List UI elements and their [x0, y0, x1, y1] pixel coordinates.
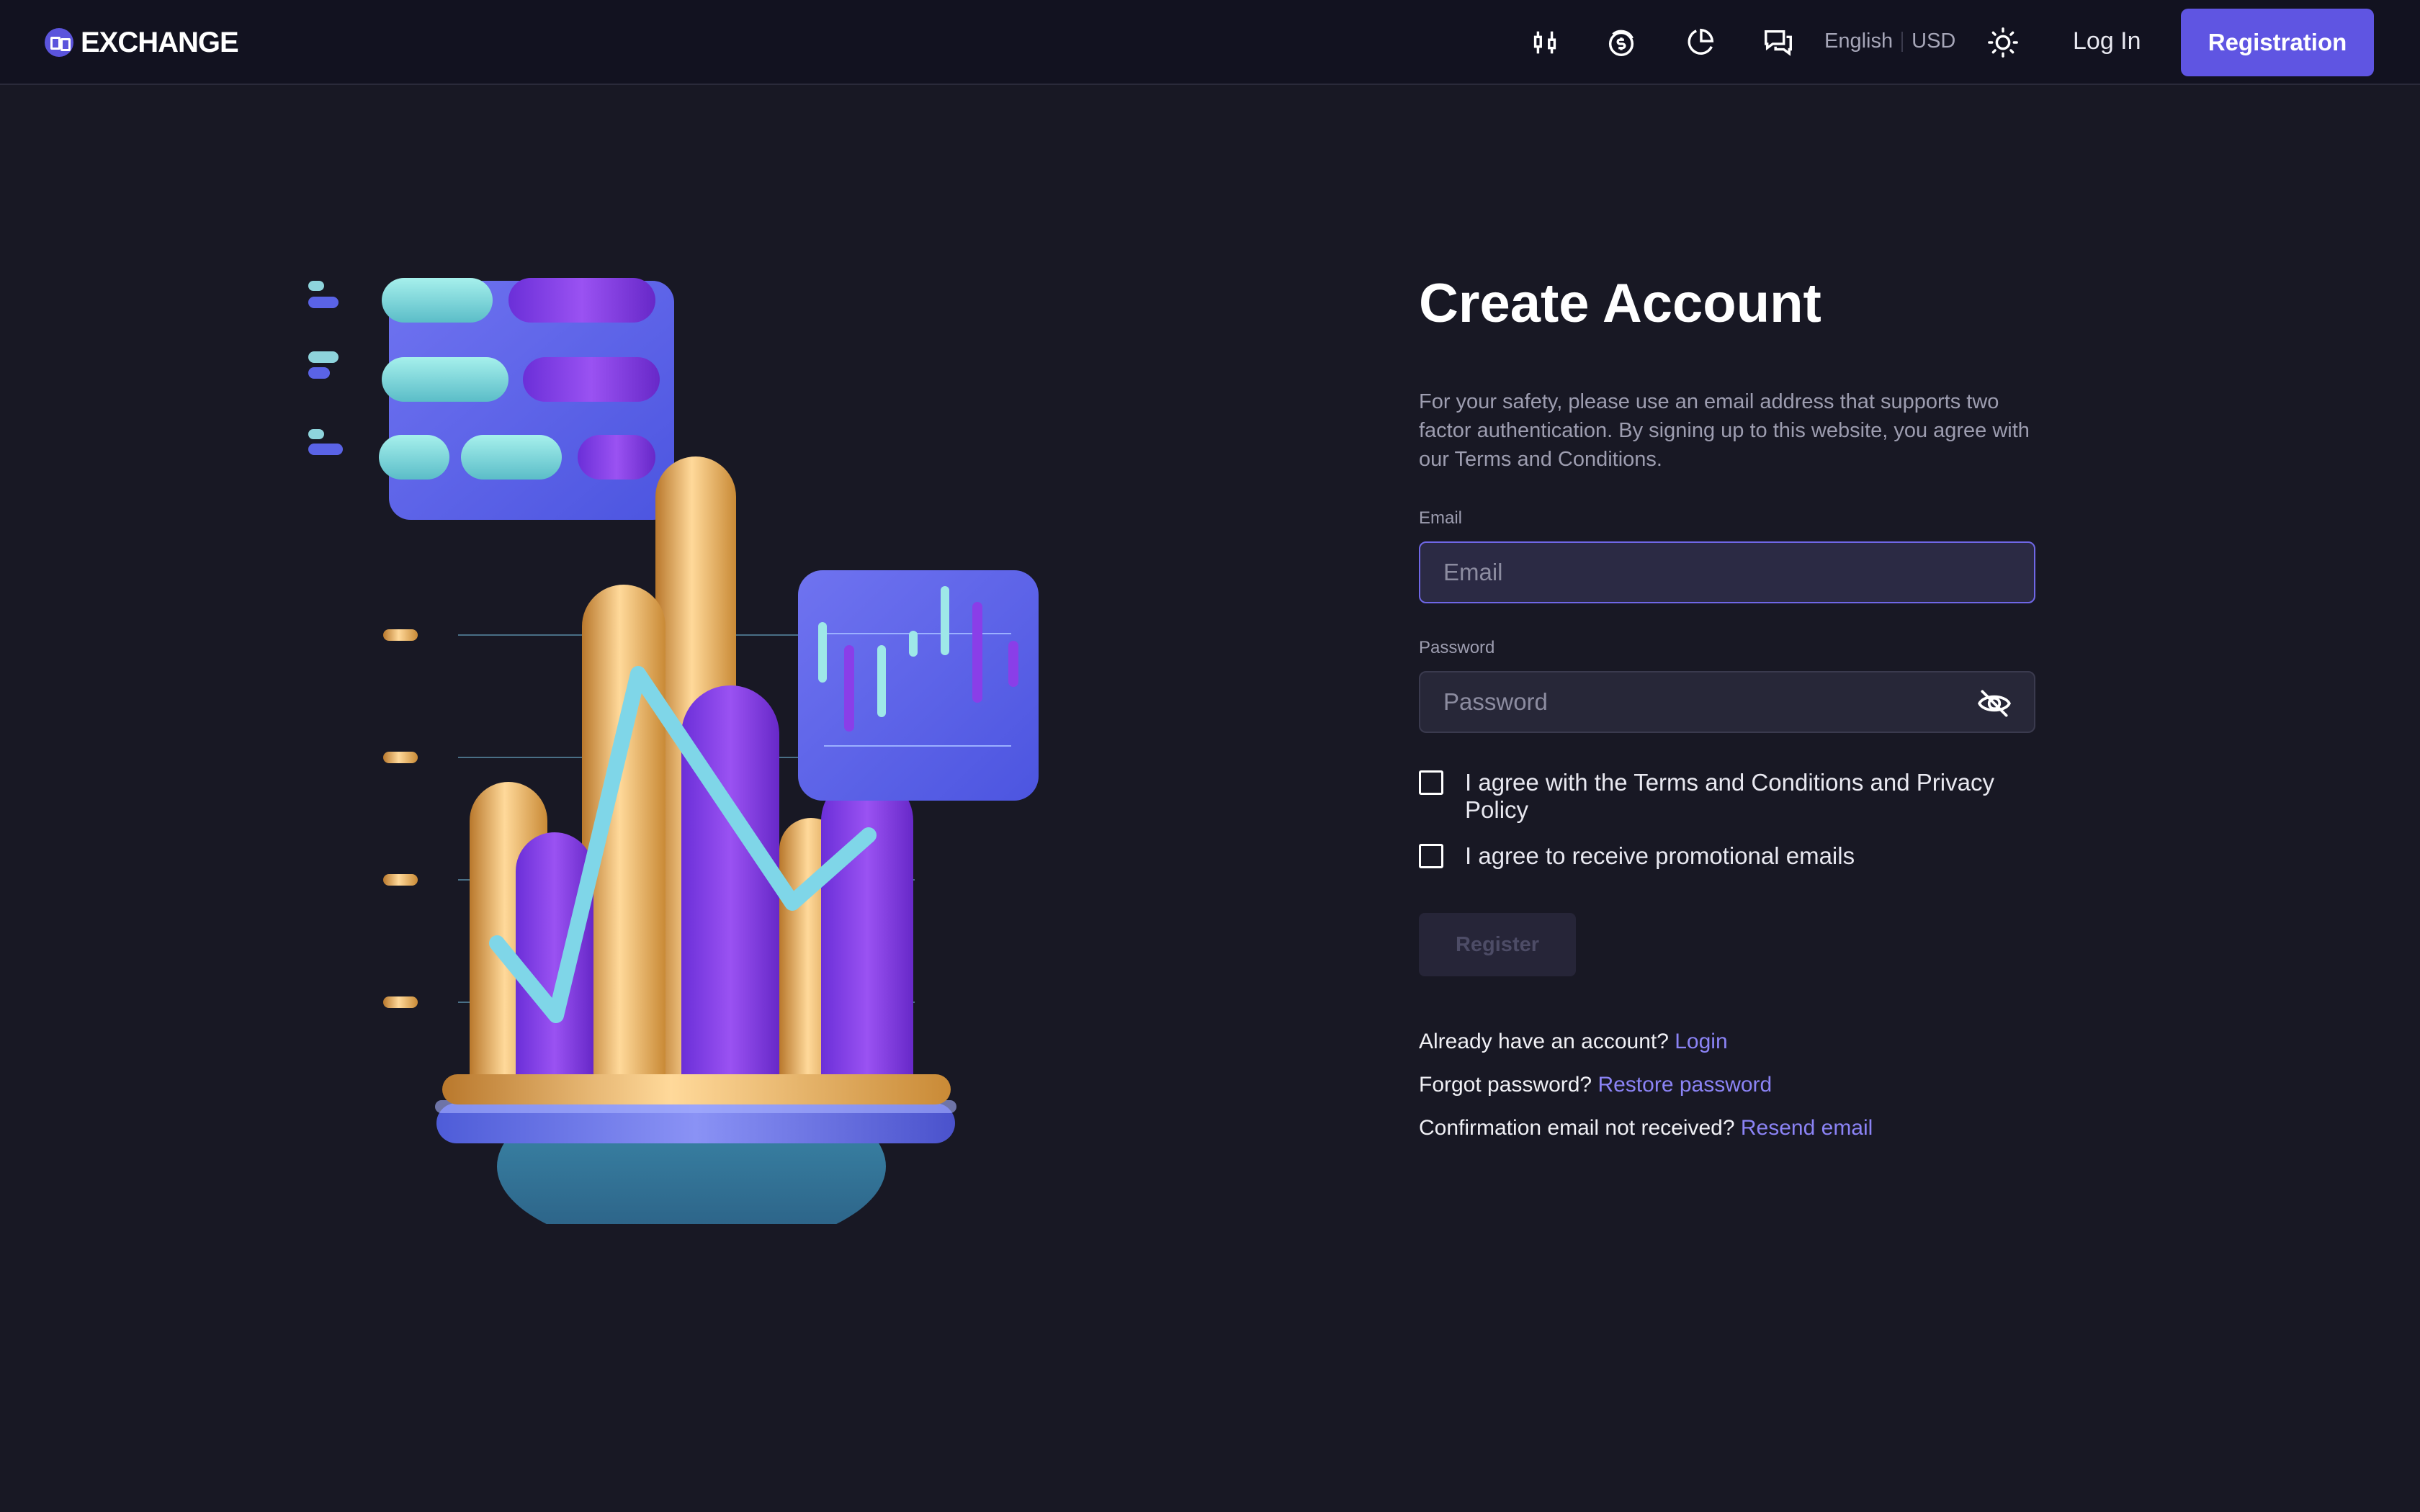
terms-checkbox[interactable] — [1419, 770, 1443, 795]
logo[interactable]: EXCHANGE — [45, 26, 239, 59]
logo-text: EXCHANGE — [81, 26, 239, 58]
form-description: For your safety, please use an email add… — [1419, 390, 2030, 471]
resend-email-prompt: Confirmation email not received? Resend … — [1419, 1116, 1873, 1140]
resend-email-text: Confirmation email not received? — [1419, 1116, 1741, 1140]
password-input[interactable] — [1419, 671, 2035, 733]
eye-off-icon[interactable] — [1976, 685, 2012, 721]
page-title: Create Account — [1419, 273, 1821, 334]
top-nav-bar: EXCHANGE English USD Log In Registration — [0, 0, 2420, 85]
email-label: Email — [1419, 508, 1463, 528]
language-currency-selector[interactable]: English USD — [1824, 30, 1955, 53]
candlestick-icon[interactable] — [1528, 26, 1561, 59]
password-label: Password — [1419, 638, 1495, 657]
registration-button[interactable]: Registration — [2181, 9, 2374, 76]
chat-icon[interactable] — [1762, 26, 1795, 59]
logo-icon — [45, 28, 73, 57]
login-link[interactable]: Log In — [2073, 27, 2141, 55]
pie-chart-icon[interactable] — [1684, 26, 1717, 59]
restore-password-link[interactable]: Restore password — [1597, 1073, 1772, 1097]
divider — [1901, 31, 1904, 52]
login-link-form[interactable]: Login — [1675, 1030, 1727, 1053]
hero-illustration — [288, 259, 1066, 1253]
currency-label: USD — [1912, 30, 1956, 53]
language-label: English — [1824, 30, 1894, 53]
forgot-password-prompt: Forgot password? Restore password — [1419, 1073, 1772, 1097]
terms-label: I agree with the Terms and Conditions an… — [1465, 769, 1994, 823]
register-button[interactable]: Register — [1419, 913, 1576, 976]
terms-checkbox-row[interactable]: I agree with the Terms and Conditions an… — [1419, 769, 2041, 824]
sun-icon[interactable] — [1986, 26, 2020, 59]
login-prompt-text: Already have an account? — [1419, 1030, 1675, 1053]
email-input[interactable] — [1419, 541, 2035, 603]
promo-checkbox-row[interactable]: I agree to receive promotional emails — [1419, 842, 2041, 870]
promo-label: I agree to receive promotional emails — [1465, 842, 1855, 869]
coin-icon[interactable] — [1605, 26, 1638, 59]
resend-email-link[interactable]: Resend email — [1741, 1116, 1873, 1140]
forgot-password-text: Forgot password? — [1419, 1073, 1598, 1097]
promo-checkbox[interactable] — [1419, 844, 1443, 868]
login-prompt: Already have an account? Login — [1419, 1030, 1728, 1054]
